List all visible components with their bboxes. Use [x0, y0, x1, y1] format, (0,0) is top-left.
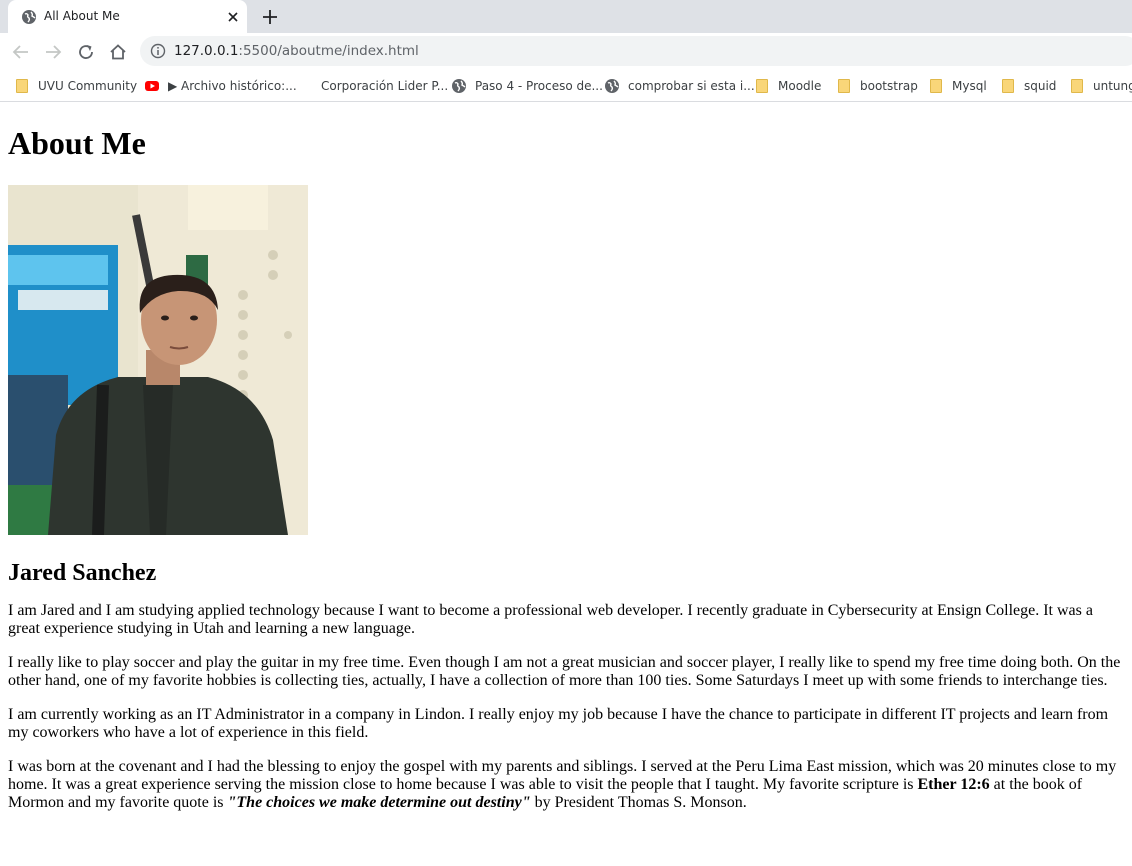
- home-button[interactable]: [106, 40, 130, 64]
- home-icon: [110, 44, 126, 60]
- bookmark-label: squid: [1024, 79, 1057, 93]
- forward-button[interactable]: [41, 40, 65, 64]
- bookmark-squid[interactable]: squid: [1002, 77, 1056, 95]
- bookmark-label: Moodle: [778, 79, 822, 93]
- person-name: Jared Sanchez: [8, 560, 157, 586]
- bookmark-label: ▶ Archivo histórico:...: [168, 79, 297, 93]
- paragraph-studies: I am Jared and I am studying applied tec…: [8, 602, 1093, 637]
- tab-strip: All About Me: [0, 0, 1132, 33]
- paragraph-faith: I was born at the covenant and I had the…: [8, 758, 1124, 812]
- url-host: 127.0.0.1: [174, 43, 239, 59]
- bookmark-label: Corporación Lider P...: [321, 79, 449, 93]
- paragraph-hobbies: I really like to play soccer and play th…: [8, 654, 1121, 689]
- bookmark-label: comprobar si esta i...: [628, 79, 755, 93]
- favorite-scripture: Ether 12:6: [917, 776, 990, 793]
- bookmark-label: untung: [1093, 79, 1132, 93]
- reload-icon: [79, 45, 93, 59]
- folder-icon: [756, 79, 768, 93]
- bookmark-paso-4[interactable]: Paso 4 - Proceso de...: [451, 77, 603, 95]
- favorite-quote: "The choices we make determine out desti…: [227, 794, 531, 811]
- bookmark-label: UVU Community: [38, 79, 138, 93]
- page-content: About Me Jared Sanchez I am Jared and I …: [0, 103, 1132, 866]
- folder-icon: [1002, 79, 1014, 93]
- paragraph-faith-text-c: by President Thomas S. Monson.: [530, 794, 747, 811]
- bookmarks-bar: UVU Community ▶ Archivo histórico:... Co…: [0, 70, 1132, 102]
- bookmark-label: bootstrap: [860, 79, 918, 93]
- folder-icon: [1071, 79, 1083, 93]
- browser-tab-active[interactable]: All About Me: [8, 0, 247, 33]
- bookmark-bootstrap[interactable]: bootstrap: [838, 77, 918, 95]
- tab-title: All About Me: [44, 9, 120, 23]
- bookmark-corporacion-lider[interactable]: Corporación Lider P...: [321, 77, 448, 95]
- globe-icon: [452, 79, 466, 93]
- folder-icon: [16, 79, 28, 93]
- youtube-icon: [145, 81, 159, 91]
- page-title: About Me: [8, 125, 146, 161]
- folder-icon: [930, 79, 942, 93]
- url-path: :5500/aboutme/index.html: [238, 43, 419, 59]
- bookmark-comprobar[interactable]: comprobar si esta i...: [604, 77, 755, 95]
- info-icon[interactable]: [150, 43, 166, 59]
- bookmark-label: Paso 4 - Proceso de...: [475, 79, 603, 93]
- bookmark-archivo-historico[interactable]: ▶ Archivo histórico:...: [144, 77, 297, 95]
- close-icon[interactable]: [225, 9, 241, 25]
- bookmark-label: Mysql: [952, 79, 987, 93]
- profile-photo: [8, 185, 308, 535]
- bookmark-mysql[interactable]: Mysql: [930, 77, 987, 95]
- bookmark-untung[interactable]: untung: [1071, 77, 1132, 95]
- bookmark-uvu-community[interactable]: UVU Community: [16, 77, 137, 95]
- globe-icon: [22, 10, 36, 24]
- new-tab-plus-icon[interactable]: [261, 8, 279, 26]
- reload-button[interactable]: [74, 40, 98, 64]
- arrow-right-icon: [46, 45, 62, 59]
- browser-toolbar: 127.0.0.1:5500/aboutme/index.html: [0, 33, 1132, 70]
- globe-icon: [605, 79, 619, 93]
- url-text[interactable]: 127.0.0.1:5500/aboutme/index.html: [174, 43, 419, 59]
- bookmark-moodle[interactable]: Moodle: [756, 77, 821, 95]
- paragraph-work: I am currently working as an IT Administ…: [8, 706, 1109, 741]
- arrow-left-icon: [12, 45, 28, 59]
- folder-icon: [838, 79, 850, 93]
- back-button[interactable]: [9, 40, 33, 64]
- address-bar[interactable]: 127.0.0.1:5500/aboutme/index.html: [140, 36, 1132, 66]
